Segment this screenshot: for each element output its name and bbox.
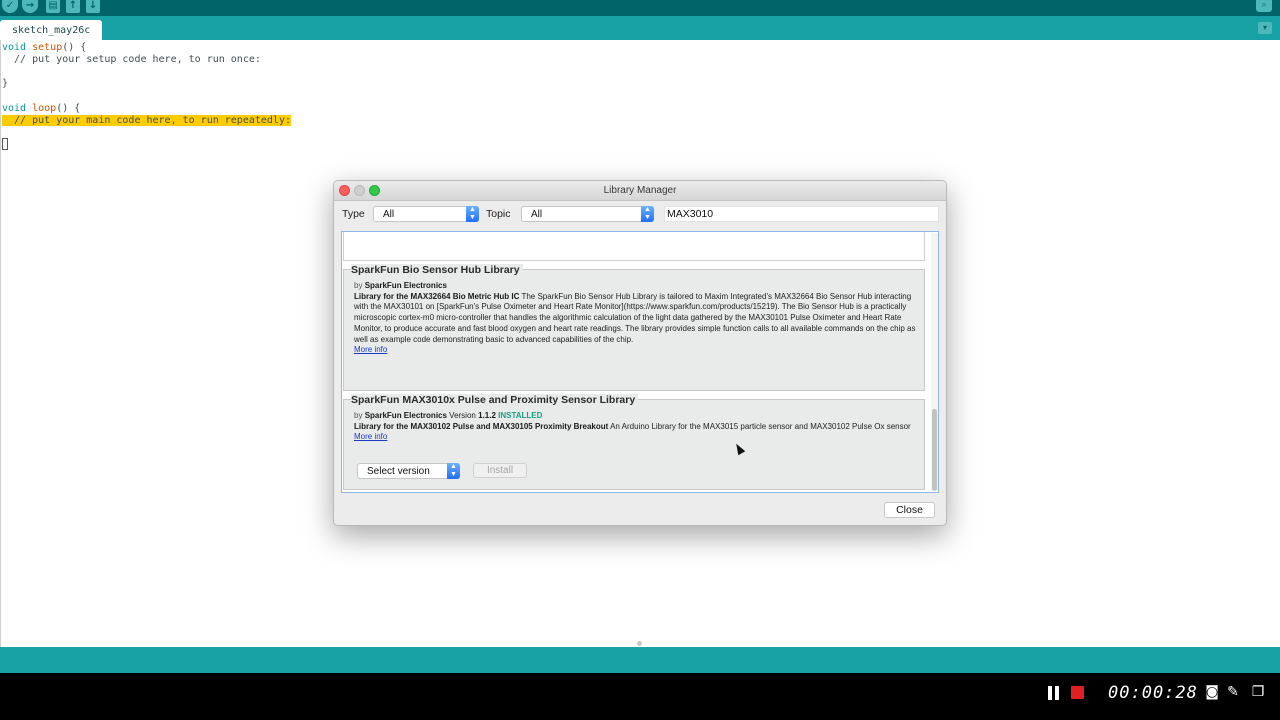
upload-icon[interactable]: → bbox=[22, 0, 38, 13]
new-sketch-icon[interactable]: ▤ bbox=[46, 0, 60, 13]
window-zoom-icon[interactable] bbox=[369, 185, 380, 196]
type-select-value: All bbox=[383, 209, 395, 220]
pen-icon[interactable]: ✎ bbox=[1225, 684, 1241, 700]
screen-recorder-bar bbox=[0, 673, 1280, 720]
chevron-updown-icon: ▲ ▼ bbox=[466, 206, 479, 222]
code-line-3: } bbox=[2, 78, 9, 89]
type-label: Type bbox=[342, 208, 365, 220]
text-cursor bbox=[2, 138, 8, 150]
scrollbar-thumb[interactable] bbox=[932, 409, 937, 491]
topic-select[interactable]: All ▲ ▼ bbox=[521, 206, 654, 222]
library-item-max3010x[interactable]: SparkFun MAX3010x Pulse and Proximity Se… bbox=[343, 394, 925, 490]
pause-icon[interactable] bbox=[1048, 686, 1060, 700]
install-button[interactable]: Install bbox=[473, 463, 527, 478]
more-info-link[interactable]: More info bbox=[354, 432, 387, 441]
library-author: SparkFun Electronics bbox=[364, 411, 447, 420]
library-manager-dialog: Library Manager Type All ▲ ▼ Topic All ▲ ▼… bbox=[333, 180, 947, 526]
type-select[interactable]: All ▲ ▼ bbox=[373, 206, 479, 222]
tab-menu-icon[interactable]: ▾ bbox=[1258, 22, 1272, 34]
library-summary: Library for the MAX30102 Pulse and MAX30… bbox=[354, 421, 609, 431]
dialog-title: Library Manager bbox=[603, 185, 677, 196]
editor-resize-handle[interactable] bbox=[637, 641, 642, 646]
window-close-icon[interactable] bbox=[339, 185, 350, 196]
code-line-2: // put your setup code here, to run once… bbox=[2, 54, 261, 65]
installed-badge: INSTALLED bbox=[498, 411, 543, 420]
by-prefix: by bbox=[354, 411, 363, 420]
code-text: () { bbox=[62, 42, 87, 53]
library-item-bio-sensor-hub[interactable]: SparkFun Bio Sensor Hub Library by Spark… bbox=[343, 264, 925, 391]
library-details: by SparkFun Electronics Library for the … bbox=[354, 281, 919, 356]
list-scrollbar[interactable] bbox=[931, 233, 938, 491]
more-info-link[interactable]: More info bbox=[354, 345, 387, 354]
verify-icon[interactable]: ✓ bbox=[2, 0, 18, 13]
code-line-5-highlighted: // put your main code here, to run repea… bbox=[2, 114, 291, 127]
library-title: SparkFun Bio Sensor Hub Library bbox=[351, 264, 523, 276]
camera-icon[interactable]: ◙ bbox=[1204, 684, 1220, 700]
topic-label: Topic bbox=[486, 208, 511, 220]
window-minimize-icon[interactable] bbox=[354, 185, 365, 196]
library-description: An Arduino Library for the MAX3015 parti… bbox=[610, 421, 911, 431]
select-version-dropdown[interactable]: Select version ▲ ▼ bbox=[357, 463, 460, 479]
tab-sketch[interactable]: sketch_may26c bbox=[0, 20, 103, 40]
by-prefix: by bbox=[354, 281, 363, 290]
chevron-updown-icon: ▲ ▼ bbox=[641, 206, 654, 222]
highlighted-code: // put your main code here, to run repea… bbox=[2, 115, 291, 126]
open-sketch-icon[interactable]: ↑ bbox=[66, 0, 80, 13]
topic-select-value: All bbox=[531, 209, 543, 220]
save-sketch-icon[interactable]: ↓ bbox=[86, 0, 100, 13]
library-details: by SparkFun Electronics Version 1.1.2 IN… bbox=[354, 411, 919, 443]
window-icon[interactable]: ❐ bbox=[1250, 684, 1266, 700]
chevron-updown-icon: ▲ ▼ bbox=[447, 463, 460, 479]
function-name: loop bbox=[32, 103, 57, 114]
select-version-label: Select version bbox=[367, 466, 430, 477]
version-label: Version bbox=[449, 411, 476, 420]
library-author: SparkFun Electronics bbox=[364, 281, 447, 290]
library-summary: Library for the MAX32664 Bio Metric Hub … bbox=[354, 291, 520, 301]
close-button[interactable]: Close bbox=[884, 502, 935, 518]
keyword: void bbox=[2, 42, 27, 53]
status-bar bbox=[0, 647, 1280, 673]
recording-timer: 00:00:28 bbox=[1108, 683, 1198, 703]
library-list[interactable]: SparkFun Bio Sensor Hub Library by Spark… bbox=[341, 231, 939, 493]
list-item[interactable] bbox=[343, 232, 925, 261]
dialog-titlebar[interactable]: Library Manager bbox=[334, 181, 946, 201]
serial-monitor-icon[interactable]: ⌕ bbox=[1256, 0, 1272, 12]
function-name: setup bbox=[32, 42, 63, 53]
stop-record-icon[interactable] bbox=[1071, 686, 1084, 699]
library-version: 1.1.2 bbox=[478, 411, 496, 420]
code-text: () { bbox=[56, 103, 81, 114]
code-line-6 bbox=[2, 138, 8, 151]
library-title: SparkFun MAX3010x Pulse and Proximity Se… bbox=[351, 394, 639, 406]
search-input[interactable]: MAX3010 bbox=[664, 206, 939, 222]
tab-bar: sketch_may26c ▾ bbox=[0, 16, 1280, 40]
keyword: void bbox=[2, 103, 27, 114]
ide-toolbar: ✓ → ▤ ↑ ↓ ⌕ bbox=[0, 0, 1280, 16]
